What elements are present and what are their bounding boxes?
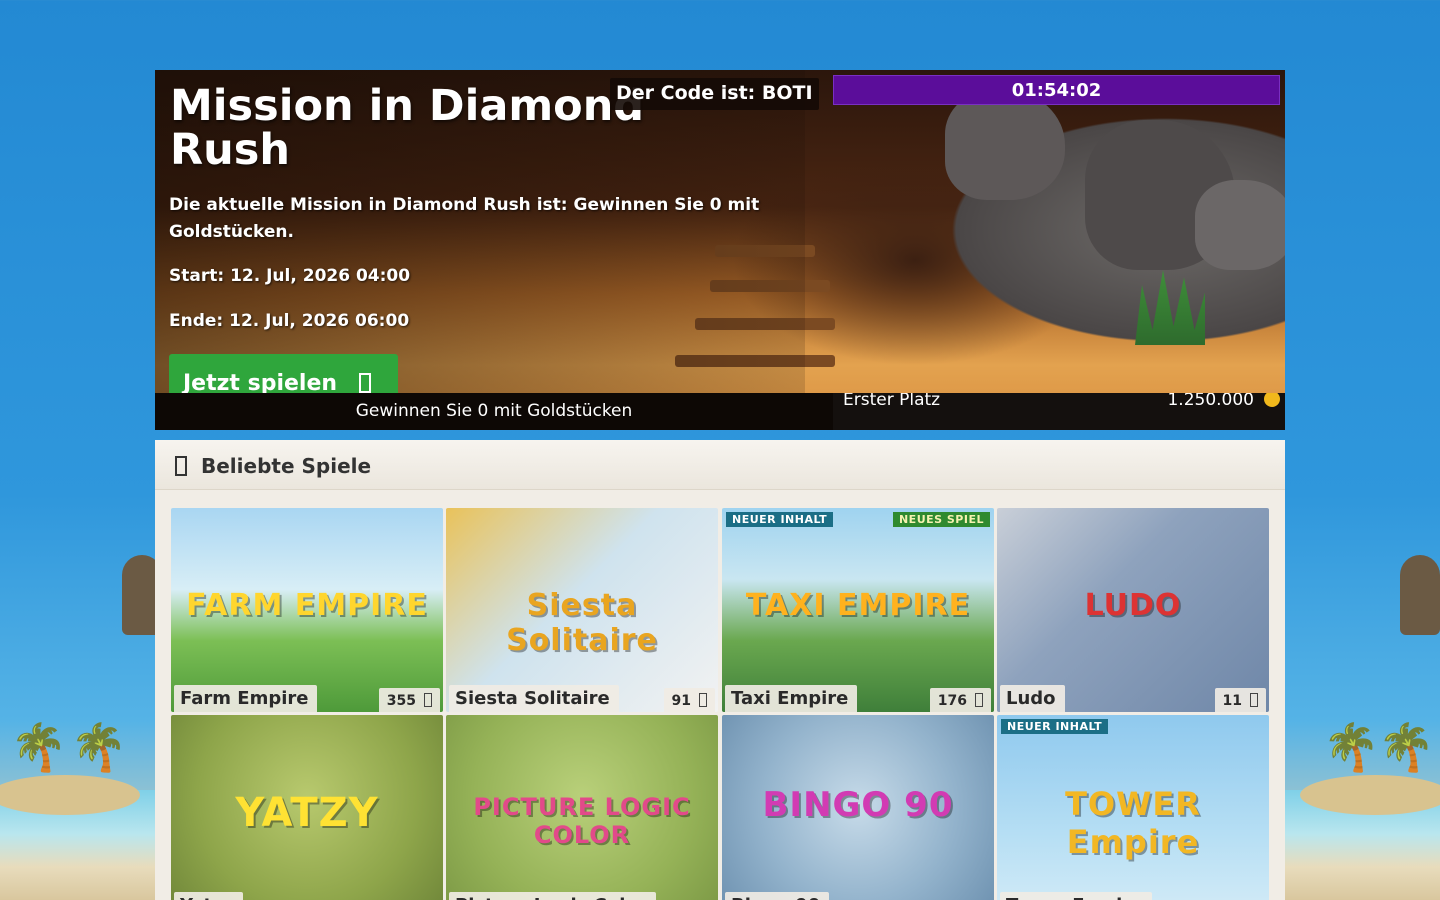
game-name: Picture Logic Color bbox=[449, 892, 656, 900]
user-icon bbox=[1250, 693, 1258, 707]
popular-games-heading: Beliebte Spiele bbox=[155, 440, 1285, 490]
game-tile[interactable]: Siesta Solitaire Siesta Solitaire 91 bbox=[446, 508, 718, 712]
game-logo: YATZY bbox=[235, 790, 379, 836]
player-count: 355 bbox=[378, 688, 440, 712]
user-icon bbox=[699, 693, 707, 707]
game-name: Yatzy bbox=[174, 892, 244, 900]
game-tile[interactable]: TOWER Empire NEUER INHALT Tower Empire bbox=[997, 715, 1269, 900]
palm-tree-icon: 🌴 bbox=[10, 720, 68, 774]
ranking-panel[interactable]: Erster Platz 1.250.000 bbox=[833, 393, 1285, 430]
game-name: Farm Empire bbox=[174, 685, 318, 712]
game-tile[interactable]: BINGO 90 Bingo 90 bbox=[722, 715, 994, 900]
game-logo: TOWER Empire bbox=[1065, 785, 1201, 861]
external-link-icon bbox=[359, 373, 372, 393]
code-label: Der Code ist: BOTI bbox=[610, 78, 819, 110]
rock-decoration bbox=[1195, 180, 1285, 270]
ranking-prize: 1.250.000 bbox=[1167, 393, 1254, 410]
game-logo: PICTURE LOGIC COLOR bbox=[473, 793, 691, 849]
game-logo: LUDO bbox=[1084, 588, 1182, 623]
game-logo: Siesta Solitaire bbox=[506, 588, 658, 658]
game-name: Bingo 90 bbox=[725, 892, 830, 900]
palm-tree-icon: 🌴 bbox=[1377, 720, 1435, 774]
new-game-badge: NEUES SPIEL bbox=[892, 512, 990, 527]
trophy-icon bbox=[175, 456, 187, 476]
mission-end: Ende: 12. Jul, 2026 06:00 bbox=[169, 311, 410, 331]
mission-banner: Mission in Diamond Rush Der Code ist: BO… bbox=[155, 70, 1285, 430]
player-count: 91 bbox=[663, 688, 715, 712]
game-tile[interactable]: YATZY Yatzy bbox=[171, 715, 443, 900]
mission-start: Start: 12. Jul, 2026 04:00 bbox=[169, 266, 411, 286]
game-name: Taxi Empire bbox=[725, 685, 858, 712]
game-tile[interactable]: FARM EMPIRE Farm Empire 355 bbox=[171, 508, 443, 712]
game-name: Ludo bbox=[1000, 685, 1065, 712]
player-count: 176 bbox=[929, 688, 991, 712]
island-decoration bbox=[1300, 775, 1440, 815]
palm-tree-icon: 🌴 bbox=[70, 720, 128, 774]
grass-decoration bbox=[1135, 270, 1205, 345]
popular-games-panel: Beliebte Spiele FARM EMPIRE Farm Empire … bbox=[155, 440, 1285, 900]
game-name: Tower Empire bbox=[1000, 892, 1153, 900]
mission-description: Die aktuelle Mission in Diamond Rush ist… bbox=[169, 195, 760, 242]
new-content-badge: NEUER INHALT bbox=[1001, 719, 1109, 734]
ranking-row: Erster Platz 1.250.000 bbox=[833, 393, 1285, 415]
moose-decoration bbox=[1400, 555, 1440, 635]
game-tile[interactable]: PICTURE LOGIC COLOR Picture Logic Color bbox=[446, 715, 718, 900]
popular-games-title: Beliebte Spiele bbox=[201, 454, 372, 478]
mission-summary-bar: Gewinnen Sie 0 mit Goldstücken bbox=[155, 393, 833, 430]
rock-decoration bbox=[945, 90, 1065, 200]
game-tile[interactable]: LUDO Ludo 11 bbox=[997, 508, 1269, 712]
countdown-timer: 01:54:02 bbox=[833, 75, 1280, 105]
user-icon bbox=[424, 693, 432, 707]
game-tile[interactable]: TAXI EMPIRE NEUER INHALT NEUES SPIEL Tax… bbox=[722, 508, 994, 712]
ranking-row-cut bbox=[833, 415, 1285, 429]
gold-coin-icon bbox=[1264, 393, 1280, 407]
new-content-badge: NEUER INHALT bbox=[726, 512, 834, 527]
game-logo: FARM EMPIRE bbox=[186, 588, 428, 623]
ranking-place: Erster Platz bbox=[843, 393, 941, 410]
game-logo: BINGO 90 bbox=[762, 785, 954, 825]
user-icon bbox=[975, 693, 983, 707]
game-logo: TAXI EMPIRE bbox=[745, 588, 971, 623]
palm-tree-icon: 🌴 bbox=[1322, 720, 1380, 774]
game-name: Siesta Solitaire bbox=[449, 685, 619, 712]
player-count: 11 bbox=[1214, 688, 1266, 712]
